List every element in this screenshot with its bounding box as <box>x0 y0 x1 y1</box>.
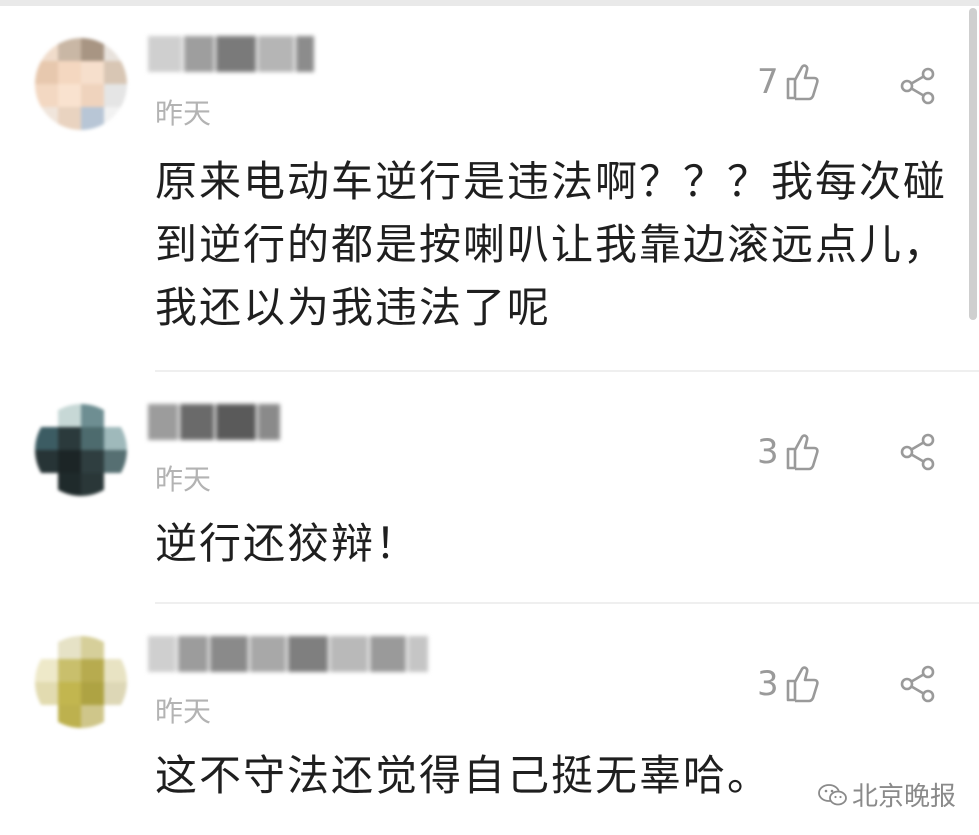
thumbs-up-icon <box>786 434 819 471</box>
like-button[interactable]: 3 <box>757 664 819 704</box>
like-count: 3 <box>757 432 779 472</box>
like-button[interactable]: 3 <box>757 432 819 472</box>
thumbs-up-icon <box>786 64 819 101</box>
comment-time: 昨天 <box>155 97 212 130</box>
avatar[interactable] <box>35 404 127 496</box>
username-blurred[interactable] <box>148 36 316 76</box>
username-blurred[interactable] <box>148 636 430 676</box>
comment-time: 昨天 <box>155 463 212 496</box>
share-icon[interactable] <box>898 66 938 106</box>
comment-time: 昨天 <box>155 695 212 728</box>
avatar[interactable] <box>35 636 127 728</box>
thumbs-up-icon <box>786 666 819 703</box>
username-blurred[interactable] <box>148 404 282 444</box>
share-icon[interactable] <box>898 432 938 472</box>
scrollbar[interactable] <box>969 8 977 320</box>
comment-text: 逆行还狡辩！ <box>155 519 420 568</box>
top-divider <box>0 0 979 6</box>
avatar[interactable] <box>35 38 127 130</box>
like-count: 3 <box>757 664 779 704</box>
like-count: 7 <box>757 62 779 102</box>
watermark-label: 北京晚报 <box>852 782 957 812</box>
comment-divider <box>155 370 979 372</box>
watermark: 北京晚报 <box>818 776 956 813</box>
comment-divider <box>155 602 979 604</box>
like-button[interactable]: 7 <box>757 62 819 102</box>
comment-text: 原来电动车逆行是违法啊？？？我每次碰到逆行的都是按喇叭让我靠边滚远点儿，我还以为… <box>155 157 948 332</box>
wechat-icon <box>818 783 847 805</box>
share-icon[interactable] <box>898 664 938 704</box>
